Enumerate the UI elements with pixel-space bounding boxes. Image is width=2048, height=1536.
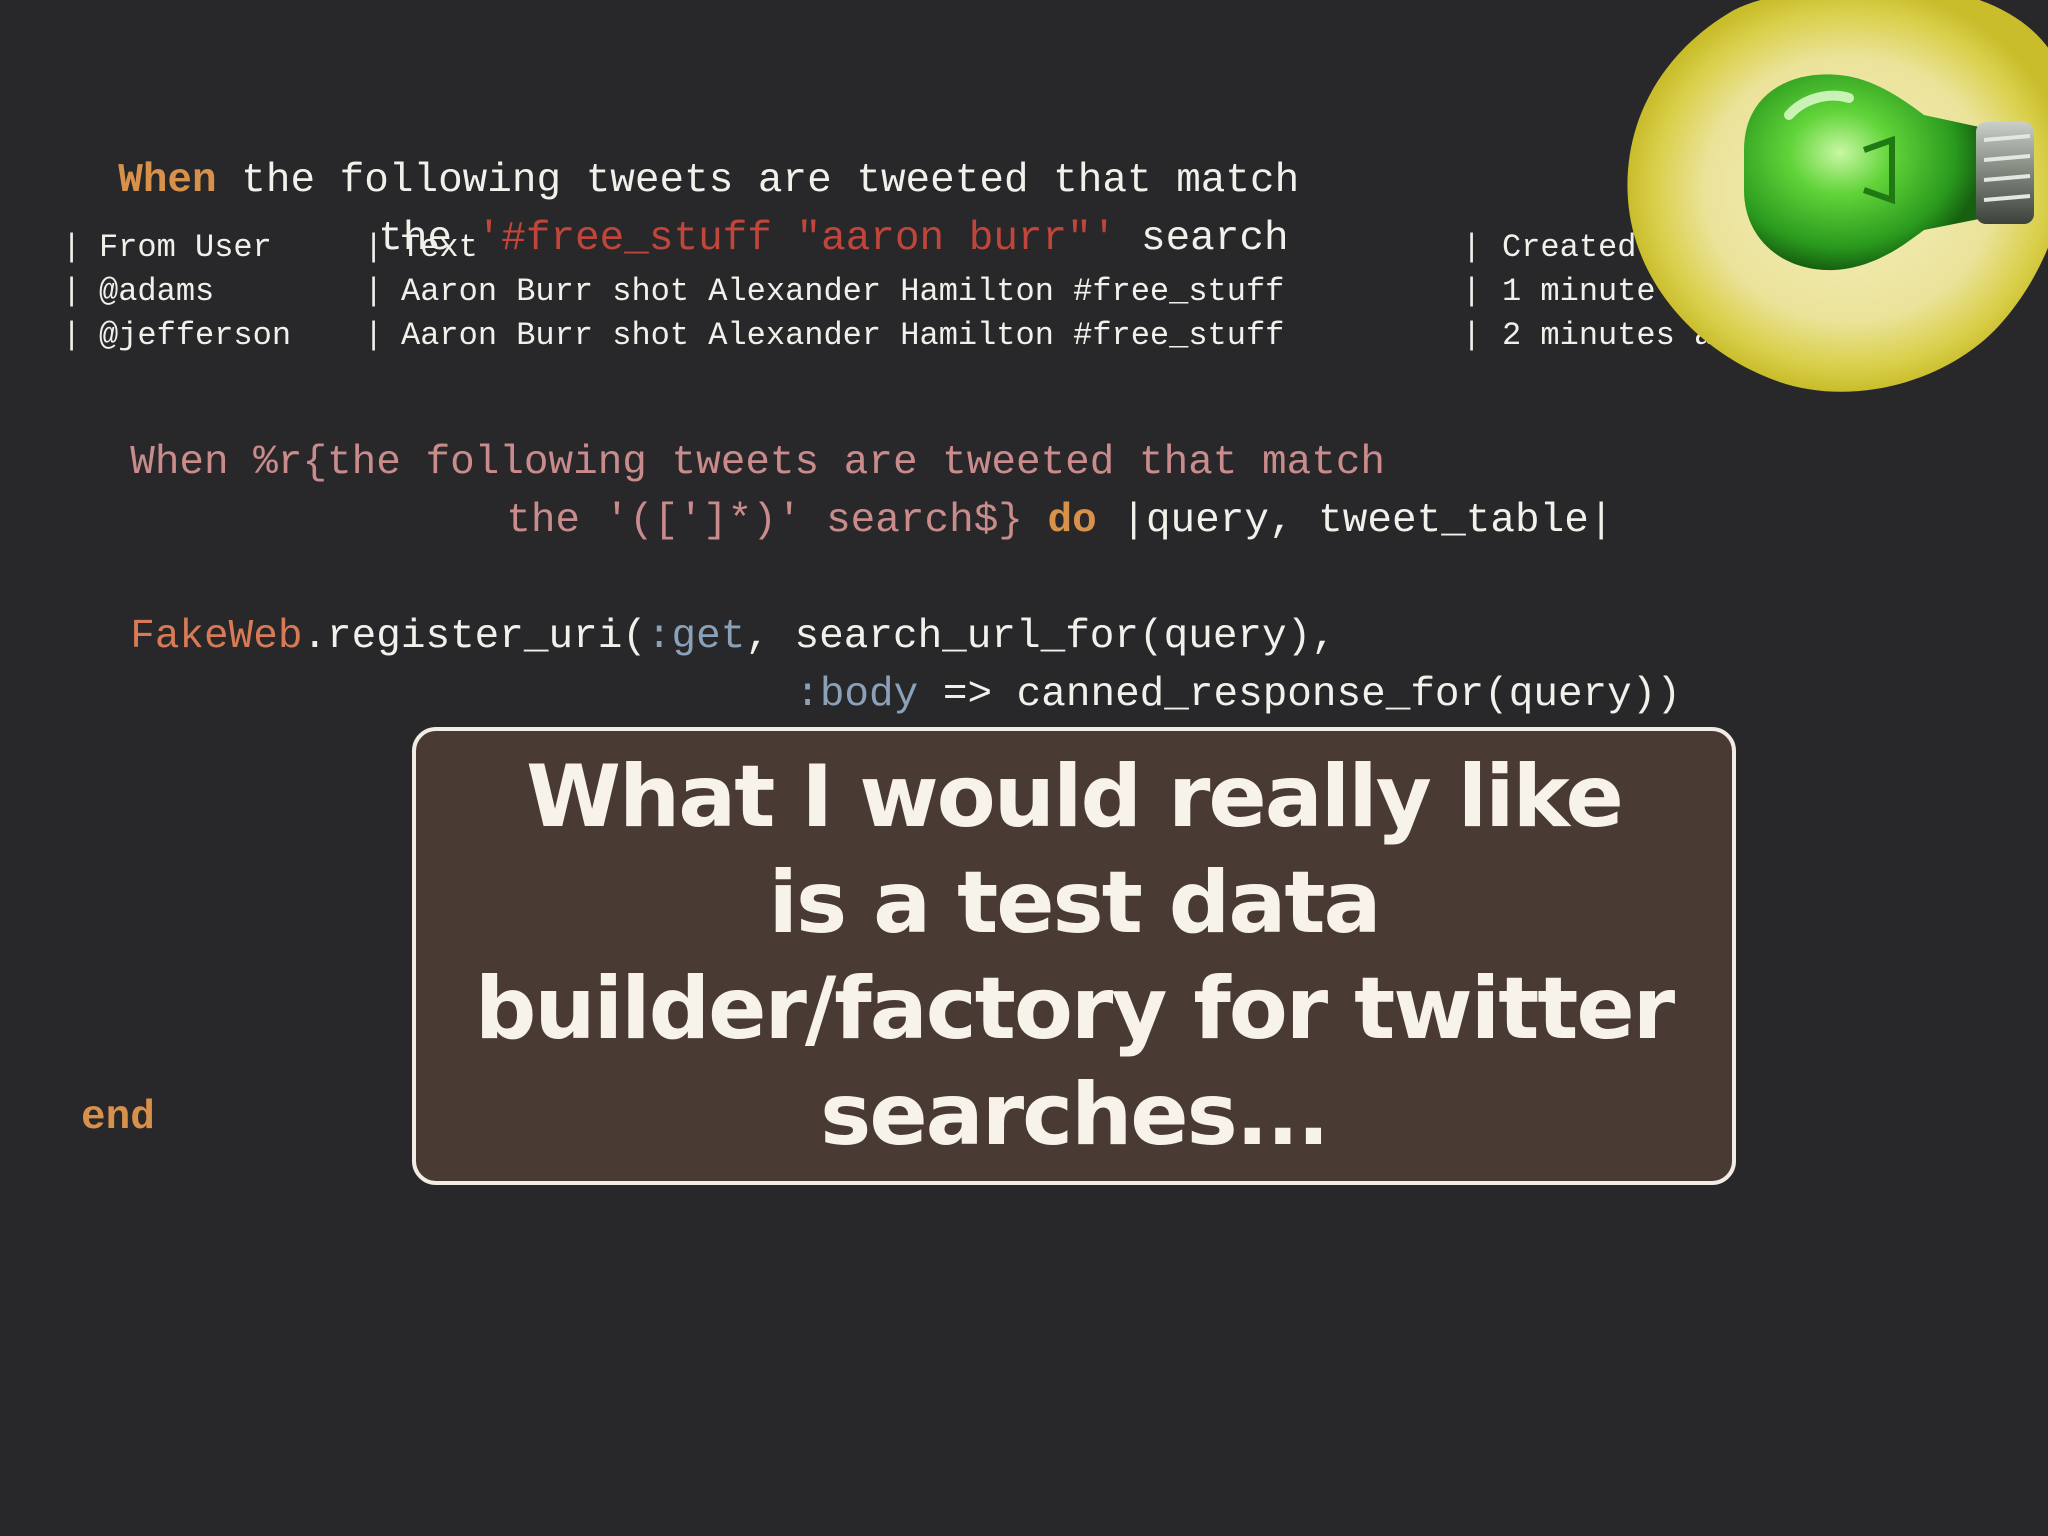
- table-pipe: |: [1462, 273, 1482, 310]
- code-when-keyword: When: [130, 440, 229, 486]
- table-cell-text: Aaron Burr shot Alexander Hamilton #free…: [401, 273, 1285, 310]
- code-body-args: => canned_response_for(query)): [918, 672, 1681, 718]
- code-line-4: :body => canned_response_for(query)): [746, 634, 1681, 716]
- table-pipe: |: [1462, 317, 1482, 354]
- code-method-call: .register_uri(: [302, 614, 647, 660]
- table-cell-user: @adams: [99, 273, 215, 310]
- table-pipe: |: [364, 229, 384, 266]
- table-pipe: |: [62, 317, 82, 354]
- table-pipe: |: [62, 229, 82, 266]
- step-query-string: '#free_stuff "aaron burr"': [476, 216, 1117, 262]
- code-regex-end: the '([']*)' search$}: [506, 498, 1023, 544]
- step-keyword: When: [118, 158, 217, 204]
- table-header-text: Text: [401, 229, 478, 266]
- lightbulb-icon: [1627, 0, 2048, 392]
- step-text-post: search: [1116, 216, 1289, 262]
- table-cell-user: @jefferson: [99, 317, 292, 354]
- table-header-from-user: From User: [99, 229, 272, 266]
- code-block-args: |query, tweet_table|: [1121, 498, 1614, 544]
- table-pipe: |: [364, 317, 384, 354]
- code-do-keyword: do: [1047, 498, 1097, 544]
- code-symbol-get: :get: [646, 614, 746, 660]
- code-class-name: FakeWeb: [130, 614, 303, 660]
- code-end-keyword: end: [81, 1095, 155, 1141]
- table-cell-text: Aaron Burr shot Alexander Hamilton #free…: [401, 317, 1285, 354]
- code-line-2: the '([']*)' search$} do |query, tweet_t…: [457, 460, 1613, 542]
- table-pipe: |: [1462, 229, 1482, 266]
- table-pipe: |: [364, 273, 384, 310]
- callout-box: What I would really like is a test data …: [412, 727, 1736, 1185]
- table-pipe: |: [62, 273, 82, 310]
- code-symbol-body: :body: [795, 672, 919, 718]
- callout-text: What I would really like is a test data …: [474, 747, 1675, 1165]
